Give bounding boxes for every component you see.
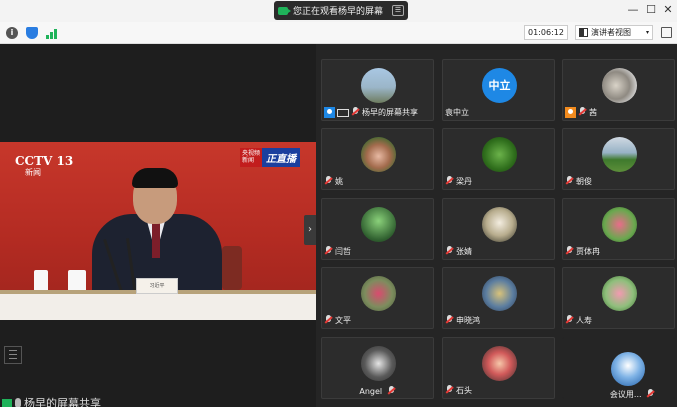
share-caption: 杨早的屏幕共享 — [2, 395, 101, 407]
screen-share-icon — [278, 6, 291, 15]
participant-gallery: 杨早的屏幕共享 中立 袁中立 茜 姚 梁丹 朝俊 闫哲 张婧 贾体冉 文平 申晓… — [316, 44, 677, 407]
screen-share-icon — [2, 398, 12, 407]
participant-name: 茜 — [589, 107, 597, 117]
channel-sub-label: 新闻 — [25, 168, 41, 177]
avatar — [361, 346, 396, 381]
avatar — [482, 207, 517, 242]
mic-icon — [15, 398, 21, 407]
mic-muted-icon — [324, 245, 333, 257]
participant-name: 梁丹 — [456, 176, 472, 186]
screen-share-notice[interactable]: 您正在观看杨早的屏幕 ☰ — [274, 1, 408, 20]
live-tag: 央视频新闻 正直播 — [240, 148, 300, 167]
mic-muted-icon — [578, 106, 587, 118]
participant-tile[interactable]: 茜 — [562, 59, 675, 121]
chair — [222, 246, 242, 290]
screen-share-icon — [337, 108, 349, 117]
participant-tile[interactable]: 文平 — [321, 267, 434, 329]
participant-name: 石头 — [456, 385, 472, 395]
info-icon[interactable]: i — [6, 27, 18, 39]
close-button[interactable]: ✕ — [661, 3, 675, 17]
live-tag-big: 正直播 — [262, 148, 300, 167]
avatar — [482, 137, 517, 172]
participant-tile[interactable]: Angel — [321, 337, 434, 399]
shared-video: CCTV 13 新闻 央视频新闻 正直播 习近平 — [0, 142, 316, 320]
mic-muted-icon — [646, 389, 655, 400]
meeting-timer: 01:06:12 — [524, 25, 568, 40]
mic-muted-icon — [351, 106, 360, 118]
participant-tile[interactable]: 会议用... — [562, 337, 675, 399]
avatar — [602, 207, 637, 242]
fullscreen-icon[interactable] — [661, 27, 672, 38]
participant-tile[interactable]: 姚 — [321, 128, 434, 190]
participant-tile[interactable]: 闫哲 — [321, 198, 434, 260]
participant-name: 袁中立 — [445, 107, 469, 117]
participant-name: 杨早的屏幕共享 — [362, 107, 418, 117]
nameplate: 习近平 — [136, 278, 178, 294]
participant-name: 张婧 — [456, 246, 472, 256]
speaker-view-icon — [579, 28, 588, 37]
avatar — [482, 346, 517, 381]
participant-tile[interactable]: 人寿 — [562, 267, 675, 329]
minimize-button[interactable]: — — [626, 3, 640, 17]
mic-muted-icon — [565, 175, 574, 187]
cohost-icon — [565, 106, 576, 118]
avatar — [611, 352, 645, 386]
participant-name: 文平 — [335, 315, 351, 325]
participant-tile[interactable]: 朝俊 — [562, 128, 675, 190]
meeting-toolbar: i 01:06:12 演讲者视图 ▾ — [0, 22, 677, 44]
participant-name: Angel — [359, 387, 383, 396]
avatar — [602, 276, 637, 311]
avatar — [361, 276, 396, 311]
participant-name: 会议用... — [609, 390, 642, 399]
mic-muted-icon — [445, 175, 454, 187]
mic-muted-icon — [445, 245, 454, 257]
mic-muted-icon — [324, 314, 333, 326]
podium — [0, 290, 316, 320]
signal-icon[interactable] — [46, 27, 58, 39]
title-bar: 您正在观看杨早的屏幕 ☰ — ☐ ✕ — [0, 0, 677, 22]
participant-tile[interactable]: 贾体冉 — [562, 198, 675, 260]
mic-muted-icon — [324, 175, 333, 187]
mic-muted-icon — [565, 245, 574, 257]
participant-name: 人寿 — [576, 315, 592, 325]
collapse-gallery-button[interactable]: › — [304, 215, 316, 245]
participant-tile[interactable]: 杨早的屏幕共享 — [321, 59, 434, 121]
view-mode-label: 演讲者视图 — [591, 28, 631, 37]
view-mode-button[interactable]: 演讲者视图 ▾ — [575, 25, 653, 40]
avatar — [361, 137, 396, 172]
avatar: 中立 — [482, 68, 517, 103]
live-tag-small: 央视频新闻 — [240, 148, 262, 167]
participant-tile[interactable]: 中立 袁中立 — [442, 59, 555, 121]
share-menu-icon[interactable]: ☰ — [392, 5, 404, 16]
channel-logo: CCTV 13 新闻 — [15, 154, 74, 177]
maximize-button[interactable]: ☐ — [644, 3, 658, 17]
document-icon[interactable] — [4, 346, 22, 364]
mic-muted-icon — [387, 386, 396, 397]
participant-name: 贾体冉 — [576, 246, 600, 256]
participant-name: 姚 — [335, 176, 343, 186]
mic-muted-icon — [445, 314, 454, 326]
mic-muted-icon — [445, 384, 454, 396]
avatar — [602, 137, 637, 172]
participant-tile[interactable]: 梁丹 — [442, 128, 555, 190]
participant-name: 朝俊 — [576, 176, 592, 186]
shield-icon[interactable] — [26, 27, 38, 39]
shared-screen-area: CCTV 13 新闻 央视频新闻 正直播 习近平 › 杨早的屏幕共享 — [0, 44, 316, 407]
avatar — [361, 68, 396, 103]
participant-name: 申晓鸿 — [456, 315, 480, 325]
participant-tile[interactable]: 申晓鸿 — [442, 267, 555, 329]
mic-muted-icon — [565, 314, 574, 326]
chevron-down-icon: ▾ — [645, 29, 649, 36]
avatar — [482, 276, 517, 311]
participant-name: 闫哲 — [335, 246, 351, 256]
avatar — [602, 68, 637, 103]
participant-tile[interactable]: 张婧 — [442, 198, 555, 260]
participant-tile[interactable]: 石头 — [442, 337, 555, 399]
host-icon — [324, 106, 335, 118]
avatar — [361, 207, 396, 242]
share-notice-text: 您正在观看杨早的屏幕 — [293, 7, 384, 17]
